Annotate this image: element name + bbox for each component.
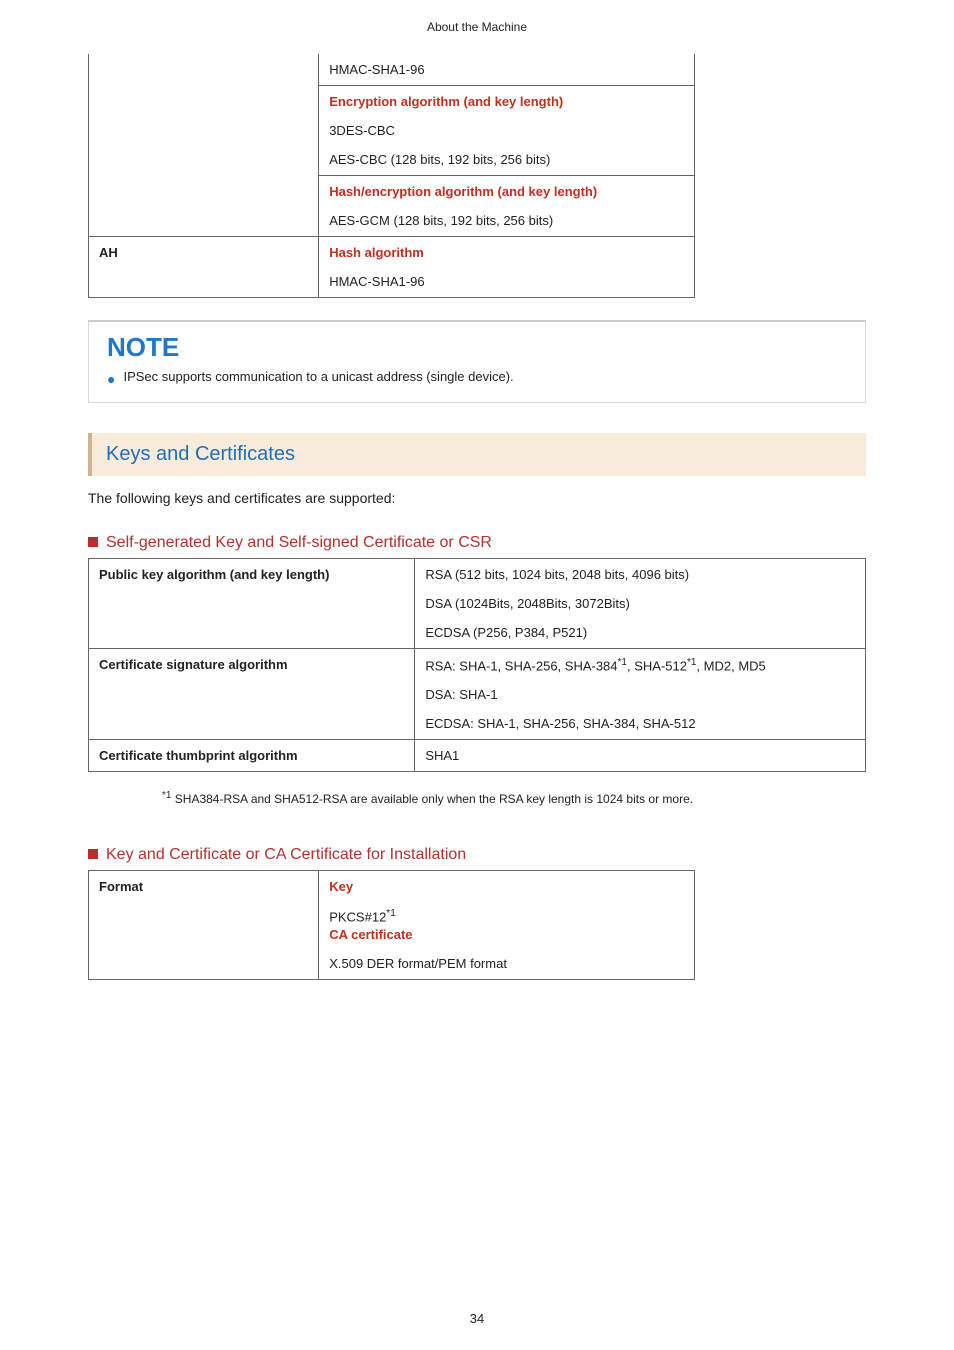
esp-left-cell [89,54,319,237]
ipsec-table: HMAC-SHA1-96 Encryption algorithm (and k… [88,54,695,298]
note-title: NOTE [107,332,847,363]
pka-v2: DSA (1024Bits, 2048Bits, 3072Bits) [425,596,855,611]
subheading-self-generated: Self-generated Key and Self-signed Certi… [88,534,866,552]
hmac-value: HMAC-SHA1-96 [329,62,684,77]
csa-left: Certificate signature algorithm [89,649,415,740]
hashenc-heading: Hash/encryption algorithm (and key lengt… [329,184,684,199]
format-cell: Key PKCS#12*1 CA certificate X.509 DER f… [319,871,695,979]
csa-v3: ECDSA: SHA-1, SHA-256, SHA-384, SHA-512 [425,716,855,731]
enc-v2: AES-CBC (128 bits, 192 bits, 256 bits) [329,152,684,167]
bullet-icon: ● [107,372,115,386]
subheading-key-cert-install-text: Key and Certificate or CA Certificate fo… [106,846,466,864]
install-table: Format Key PKCS#12*1 CA certificate X.50… [88,870,695,979]
key-heading: Key [329,879,684,894]
self-generated-table: Public key algorithm (and key length) RS… [88,558,866,772]
cta-v1: SHA1 [425,748,855,763]
page-number: 34 [0,1311,954,1326]
csa-cell: RSA: SHA-1, SHA-256, SHA-384*1, SHA-512*… [415,649,866,740]
note-bullet: ● IPSec supports communication to a unic… [107,369,847,386]
cta-left: Certificate thumbprint algorithm [89,740,415,772]
subheading-self-generated-text: Self-generated Key and Self-signed Certi… [106,534,492,552]
footnote-text: SHA384-RSA and SHA512-RSA are available … [171,792,693,806]
note-text: IPSec supports communication to a unicas… [123,369,513,384]
page-header: About the Machine [88,20,866,34]
esp-hash-cell: HMAC-SHA1-96 [319,54,695,86]
pka-left: Public key algorithm (and key length) [89,559,415,649]
hashenc-cell: Hash/encryption algorithm (and key lengt… [319,176,695,237]
ah-cell: Hash algorithm HMAC-SHA1-96 [319,237,695,298]
encryption-heading: Encryption algorithm (and key length) [329,94,684,109]
footnote: *1 SHA384-RSA and SHA512-RSA are availab… [162,790,866,806]
cta-cell: SHA1 [415,740,866,772]
note-box: NOTE ● IPSec supports communication to a… [88,320,866,403]
ah-heading: Hash algorithm [329,245,684,260]
csa-v2: DSA: SHA-1 [425,687,855,702]
ah-left: AH [89,237,319,298]
enc-v1: 3DES-CBC [329,123,684,138]
section-keys-certificates: Keys and Certificates [88,433,866,476]
pka-v1: RSA (512 bits, 1024 bits, 2048 bits, 409… [425,567,855,582]
section-intro: The following keys and certificates are … [88,490,866,506]
csa-v1: RSA: SHA-1, SHA-256, SHA-384*1, SHA-512*… [425,657,855,673]
ah-v1: HMAC-SHA1-96 [329,274,684,289]
format-left: Format [89,871,319,979]
ca-v1: X.509 DER format/PEM format [329,956,684,971]
square-icon [88,849,98,859]
encryption-cell: Encryption algorithm (and key length) 3D… [319,86,695,176]
pka-v3: ECDSA (P256, P384, P521) [425,625,855,640]
ca-heading: CA certificate [329,927,684,942]
square-icon [88,537,98,547]
hashenc-v1: AES-GCM (128 bits, 192 bits, 256 bits) [329,213,684,228]
pka-cell: RSA (512 bits, 1024 bits, 2048 bits, 409… [415,559,866,649]
key-v1: PKCS#12*1 [329,908,684,924]
subheading-key-cert-install: Key and Certificate or CA Certificate fo… [88,846,866,864]
